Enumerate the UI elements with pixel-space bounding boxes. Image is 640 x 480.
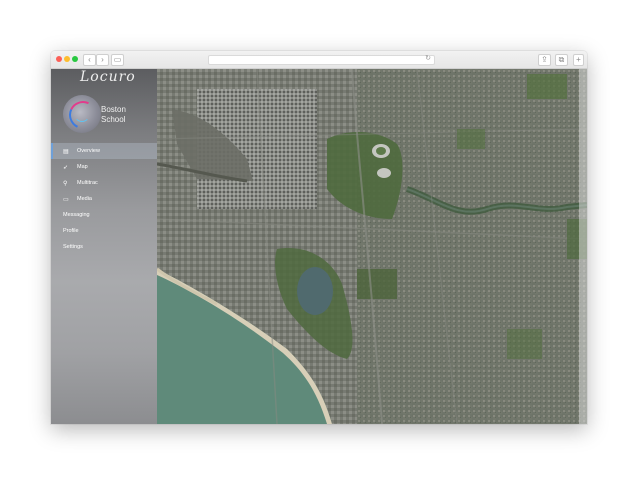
sidebar-item-label: Multitrac (77, 180, 98, 186)
sidebar-item-label: Media (77, 196, 92, 202)
minimize-window-button[interactable] (64, 56, 70, 62)
sidebar-item-label: Map (77, 164, 88, 170)
grid-icon: ▤ (63, 148, 69, 155)
sidebar-item-label: Settings (63, 244, 83, 250)
school-avatar (63, 95, 101, 133)
close-window-button[interactable] (56, 56, 62, 62)
sidebar-item-map[interactable]: ➶ Map (51, 159, 157, 175)
school-name: Boston School (101, 105, 151, 125)
new-tab-icon[interactable]: + (573, 54, 584, 66)
sidebar-toggle-icon[interactable]: ▭ (111, 54, 124, 66)
sidebar-nav: ▤ Overview ➶ Map ⚲ Multitrac ▭ Media Mes… (51, 143, 157, 255)
sidebar-item-multitrac[interactable]: ⚲ Multitrac (51, 175, 157, 191)
sidebar-item-profile[interactable]: Profile (51, 223, 157, 239)
satellite-map-image (157, 69, 587, 424)
tabs-overview-icon[interactable]: ⧉ (555, 54, 568, 66)
map-pin-icon: ➶ (63, 164, 69, 171)
back-arrow-icon[interactable]: ‹ (83, 54, 96, 66)
reload-icon[interactable]: ↻ (425, 54, 431, 62)
sidebar-item-media[interactable]: ▭ Media (51, 191, 157, 207)
sidebar-item-label: Messaging (63, 212, 90, 218)
maximize-window-button[interactable] (72, 56, 78, 62)
sidebar-item-label: Overview (77, 148, 100, 154)
app-logo: Locuro (80, 69, 136, 85)
lake (297, 267, 333, 315)
browser-titlebar: ‹ › ▭ ↻ ⇪ ⧉ + (51, 51, 587, 69)
map-scrollbar[interactable] (579, 69, 587, 424)
school-name-line1: Boston (101, 105, 126, 114)
forward-arrow-icon[interactable]: › (96, 54, 109, 66)
sidebar-item-settings[interactable]: Settings (51, 239, 157, 255)
school-logo-arc-inner (74, 106, 90, 122)
school-profile[interactable]: Boston School (59, 95, 155, 139)
sidebar-item-label: Profile (63, 228, 79, 234)
address-bar[interactable]: ↻ (208, 55, 435, 65)
image-icon: ▭ (63, 196, 69, 203)
satellite-map[interactable] (157, 69, 587, 424)
browser-window: ‹ › ▭ ↻ ⇪ ⧉ + Locuro Boston School ▤ Ove… (51, 51, 587, 424)
sidebar-item-messaging[interactable]: Messaging (51, 207, 157, 223)
search-icon: ⚲ (63, 180, 68, 187)
sidebar-item-overview[interactable]: ▤ Overview (51, 143, 157, 159)
share-icon[interactable]: ⇪ (538, 54, 551, 66)
sidebar: Locuro Boston School ▤ Overview ➶ Map ⚲ … (51, 69, 157, 424)
school-name-line2: School (101, 115, 126, 124)
app-area: Locuro Boston School ▤ Overview ➶ Map ⚲ … (51, 69, 587, 424)
